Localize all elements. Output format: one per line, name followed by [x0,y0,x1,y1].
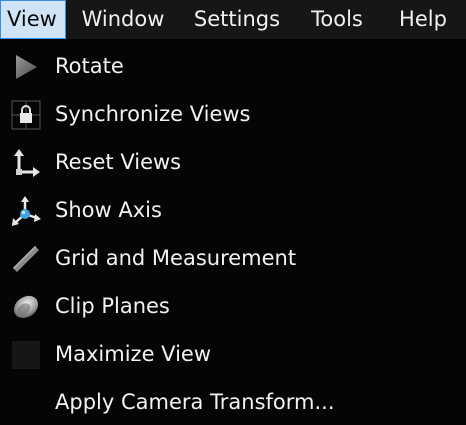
menu-item-maximize-view[interactable]: Maximize View [0,330,466,378]
menu-item-synchronize-views[interactable]: Synchronize Views [0,90,466,138]
menu-item-label: Show Axis [55,198,162,222]
play-triangle-icon [11,52,41,82]
menu-settings[interactable]: Settings [180,0,294,39]
menu-bar: View Window Settings Tools Help [0,0,466,39]
maximize-square-icon [11,340,41,370]
menu-item-apply-camera-transform[interactable]: Apply Camera Transform... [0,378,466,425]
reset-axes-icon [11,148,41,178]
menu-window[interactable]: Window [66,0,180,39]
axis-gizmo-icon [11,196,41,226]
menu-item-label: Reset Views [55,150,182,174]
menu-item-label: Grid and Measurement [55,246,297,270]
clip-plane-disc-icon [11,292,41,322]
menu-item-grid-and-measurement[interactable]: Grid and Measurement [0,234,466,282]
menu-item-label: Rotate [55,54,124,78]
menu-item-label: Synchronize Views [55,102,251,126]
application-window: View Window Settings Tools Help Rotate S… [0,0,466,425]
menu-item-label: Maximize View [55,342,211,366]
view-dropdown-menu: Rotate Synchronize Views Reset Views Sho… [0,39,466,425]
lock-grid-icon [11,100,41,130]
menu-item-clip-planes[interactable]: Clip Planes [0,282,466,330]
menu-item-reset-views[interactable]: Reset Views [0,138,466,186]
menu-item-rotate[interactable]: Rotate [0,42,466,90]
menu-tools[interactable]: Tools [294,0,380,39]
menu-item-show-axis[interactable]: Show Axis [0,186,466,234]
menu-item-label: Apply Camera Transform... [55,390,335,414]
menu-view[interactable]: View [0,0,66,39]
menu-help[interactable]: Help [380,0,466,39]
menu-item-label: Clip Planes [55,294,170,318]
ruler-icon [11,244,41,274]
